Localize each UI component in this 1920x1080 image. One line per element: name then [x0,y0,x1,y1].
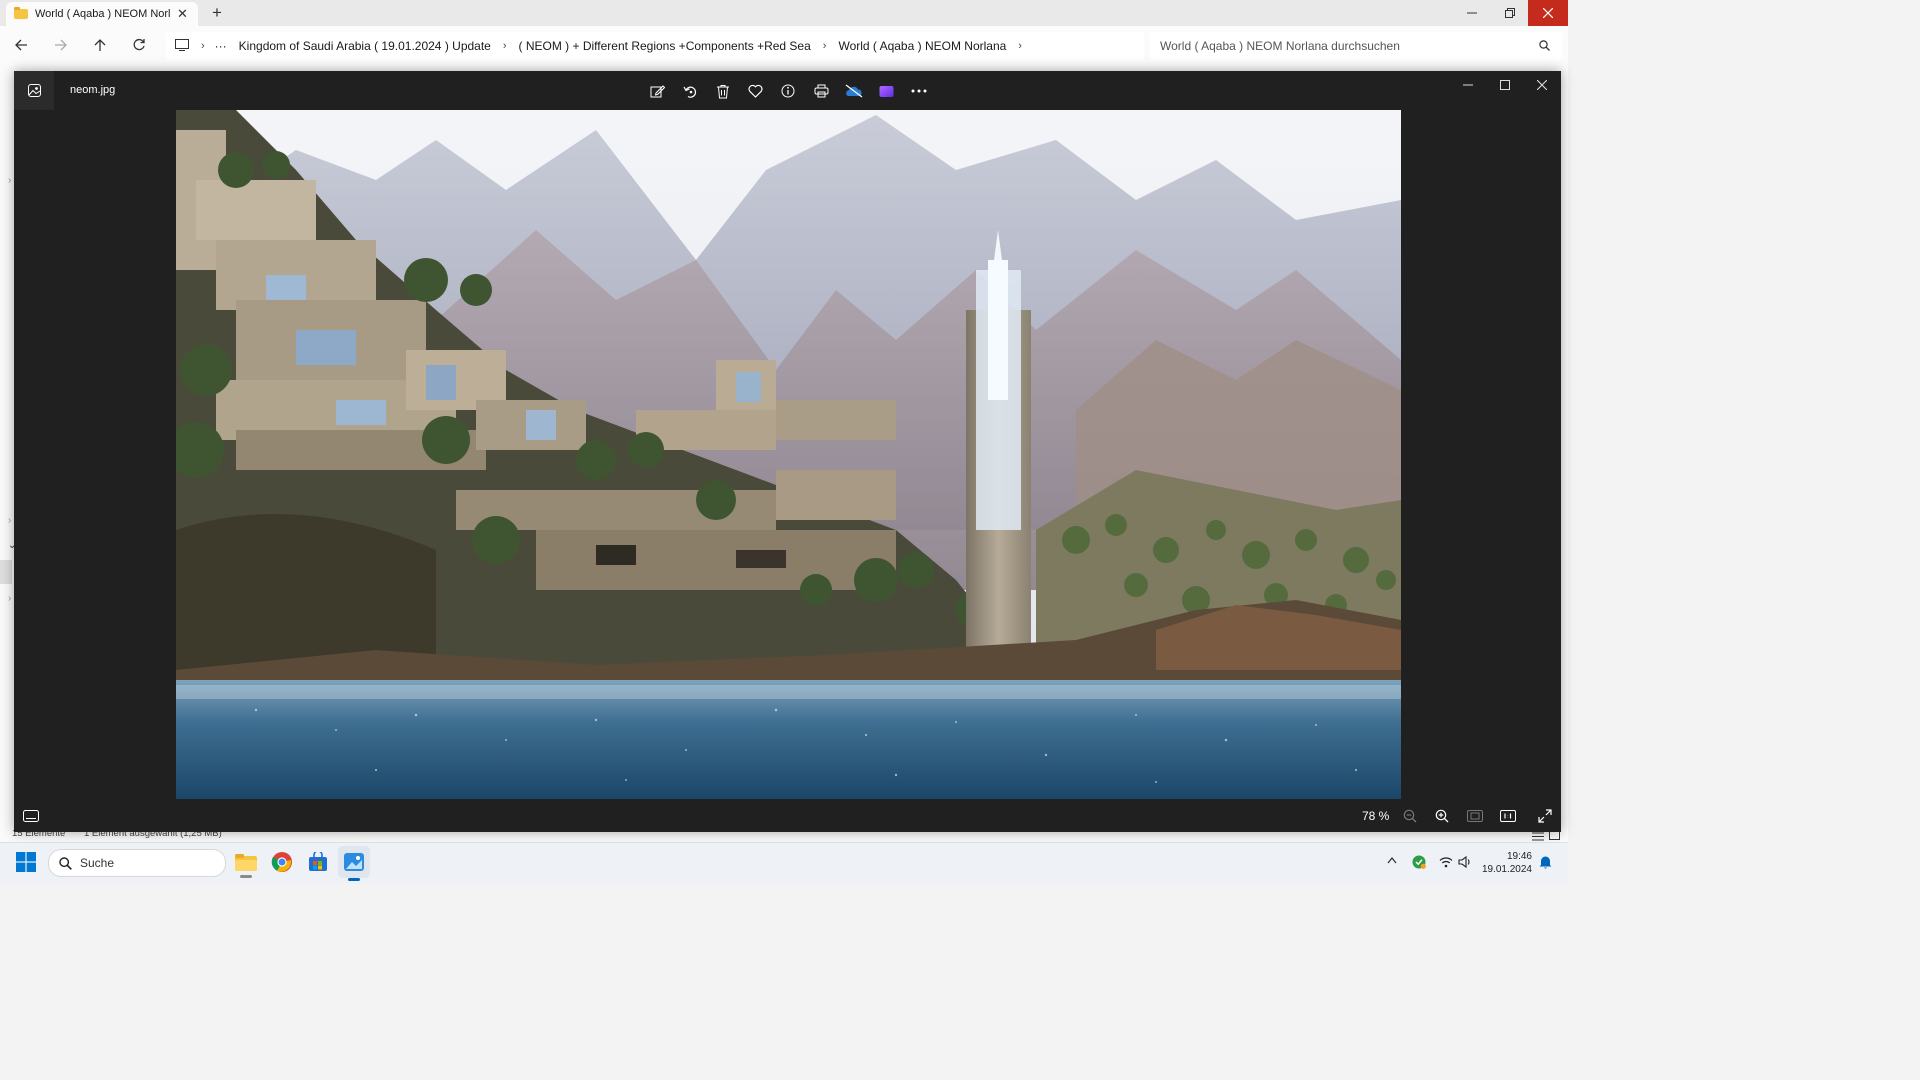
taskbar-search-box[interactable]: Suche [48,849,226,877]
photos-taskbar-icon[interactable] [338,846,370,881]
search-icon [1539,40,1550,54]
viewer-close-icon[interactable] [1526,75,1558,95]
zoom-in-icon[interactable] [1432,808,1452,824]
delete-icon[interactable] [712,81,734,101]
clock-time: 19:46 [1506,851,1532,862]
taskbar-clock[interactable]: 19:46 19.01.2024 [1476,850,1532,876]
actual-size-icon[interactable] [1498,808,1518,824]
viewer-minimize-icon[interactable] [1452,75,1484,95]
close-window-icon[interactable] [1528,0,1568,26]
back-arrow-icon[interactable] [10,34,32,56]
viewer-maximize-icon[interactable] [1489,75,1521,95]
search-icon [59,856,72,870]
breadcrumb-ellipsis[interactable]: ··· [215,39,227,53]
breadcrumb-chevron-icon[interactable]: › [823,40,827,52]
clock-date: 19.01.2024 [1481,864,1532,875]
new-tab-icon[interactable]: + [212,3,222,23]
refresh-icon[interactable] [128,34,150,56]
notification-bell-icon[interactable] [1539,855,1552,872]
chrome-icon[interactable] [268,848,296,876]
taskbar-search-label: Suche [80,856,115,870]
breadcrumb-item[interactable]: World ( Aqaba ) NEOM Norlana [838,39,1006,53]
tree-chevron-icon[interactable]: › [8,593,11,604]
security-shield-icon[interactable] [1412,855,1426,872]
fullscreen-icon[interactable] [1535,808,1555,824]
microsoft-store-icon[interactable] [304,848,332,876]
restore-icon[interactable] [1490,0,1530,26]
onedrive-icon[interactable] [843,81,865,101]
viewer-bottom-bar [14,800,1561,832]
explorer-tab-bar [0,0,1568,26]
breadcrumb-item[interactable]: Kingdom of Saudi Arabia ( 19.01.2024 ) U… [239,39,491,53]
tree-chevron-icon[interactable]: › [8,515,11,526]
fit-to-window-icon[interactable] [1465,808,1485,824]
zoom-out-icon[interactable] [1400,808,1420,824]
file-explorer-icon[interactable] [232,848,260,878]
speaker-icon[interactable] [1458,855,1472,871]
tree-chevron-icon[interactable]: › [8,175,11,186]
breadcrumb-chevron-icon[interactable]: › [201,40,205,52]
breadcrumb-chevron-icon[interactable]: › [1018,40,1022,52]
rotate-icon[interactable] [679,81,701,101]
breadcrumb-item[interactable]: ( NEOM ) + Different Regions +Components… [519,39,811,53]
filmstrip-icon[interactable] [21,808,41,824]
edit-image-icon[interactable] [646,81,668,101]
explorer-tab[interactable]: World ( Aqaba ) NEOM Norlana ✕ [6,2,198,26]
minimize-icon[interactable] [1452,0,1492,26]
wifi-icon[interactable] [1439,856,1453,871]
zoom-level[interactable]: 78 % [1362,809,1389,823]
windows-start-icon[interactable] [16,852,36,875]
photos-app-icon[interactable] [14,71,54,110]
search-placeholder: World ( Aqaba ) NEOM Norlana durchsuchen [1160,39,1400,53]
tree-selected-item[interactable] [0,560,12,584]
monitor-icon [175,38,189,54]
explorer-search-input[interactable]: World ( Aqaba ) NEOM Norlana durchsuchen [1150,32,1562,60]
close-tab-icon[interactable]: ✕ [177,6,188,22]
more-options-icon[interactable] [908,81,930,101]
breadcrumb-chevron-icon[interactable]: › [503,40,507,52]
explorer-tab-title: World ( Aqaba ) NEOM Norlana [35,8,171,20]
print-icon[interactable] [810,81,832,101]
folder-icon [14,7,28,19]
info-icon[interactable] [777,81,799,101]
up-arrow-icon[interactable] [89,34,111,56]
clipchamp-icon[interactable] [875,81,897,101]
address-bar[interactable]: › ··· Kingdom of Saudi Arabia ( 19.01.20… [166,32,1144,60]
forward-arrow-icon[interactable] [50,34,72,56]
viewer-file-name: neom.jpg [70,84,116,96]
chevron-up-icon[interactable] [1387,855,1397,867]
favorite-icon[interactable] [744,81,766,101]
viewer-photo[interactable] [176,110,1401,799]
